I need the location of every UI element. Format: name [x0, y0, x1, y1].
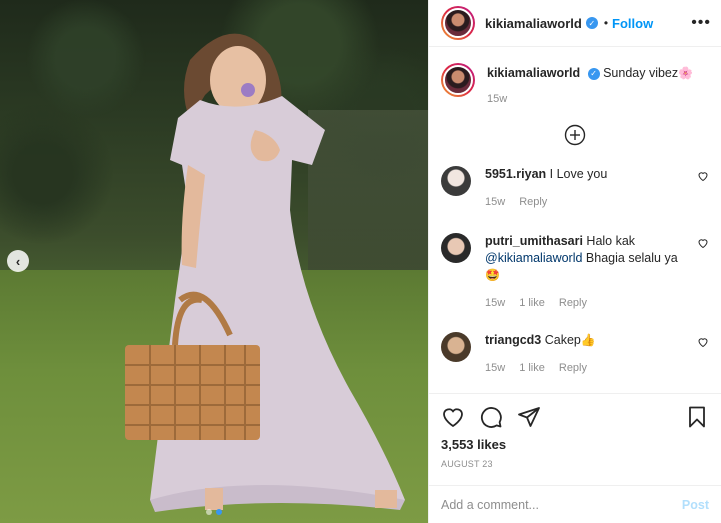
chevron-left-icon: ‹ [15, 253, 21, 269]
comment-item: 5951.riyan I Love you 15w Reply [441, 166, 709, 211]
reply-button[interactable]: Reply [559, 295, 587, 312]
caption-emoji: 🌸 [678, 66, 694, 80]
carousel-indicator [0, 509, 428, 515]
comment-time: 15w [485, 297, 506, 309]
comment-emoji: 👍 [580, 333, 596, 347]
post-panel: kikiamaliaworld ✓ • Follow ••• kikiamali… [428, 0, 721, 523]
heart-icon[interactable] [441, 405, 465, 429]
reply-button[interactable]: Reply [559, 360, 587, 377]
author-username[interactable]: kikiamaliaworld [485, 16, 582, 31]
comment-likes[interactable]: 1 like [519, 295, 545, 312]
caption-time: 15w [487, 93, 508, 105]
comment-icon[interactable] [479, 405, 503, 429]
post-header: kikiamaliaworld ✓ • Follow ••• [429, 0, 721, 47]
likes-count[interactable]: 3,553 likes [441, 437, 709, 452]
comment-mention-link[interactable]: @kikiamaliaworld [485, 251, 582, 265]
woman-figure [125, 33, 405, 512]
share-icon[interactable] [517, 405, 541, 429]
comment-item: triangcd3 Cakep👍 15w 1 like Reply [441, 332, 709, 377]
separator-bullet: • [603, 16, 609, 30]
comment-avatar[interactable] [441, 233, 471, 263]
comment-likes[interactable]: 1 like [519, 360, 545, 377]
comments-list: kikiamaliaworld ✓ Sunday vibez🌸 15w 5951… [429, 47, 721, 393]
comment-username[interactable]: 5951.riyan [485, 167, 546, 181]
more-options-icon[interactable]: ••• [691, 14, 711, 32]
carousel-dot [206, 509, 212, 515]
like-comment-heart-icon[interactable] [697, 170, 709, 182]
post-comment-button[interactable]: Post [682, 498, 709, 512]
caption-text: Sunday vibez [603, 66, 679, 80]
comment-item: putri_umithasari Halo kak @kikiamaliawor… [441, 233, 709, 312]
caption-row: kikiamaliaworld ✓ Sunday vibez🌸 15w [441, 63, 709, 108]
caption-avatar[interactable] [441, 63, 475, 97]
load-more-comments-button[interactable] [441, 124, 709, 146]
caption-username[interactable]: kikiamaliaworld [487, 66, 580, 80]
comment-text: Cakep [544, 333, 581, 347]
comment-emoji: 🤩 [485, 268, 500, 282]
verified-badge-icon: ✓ [587, 67, 600, 80]
comment-text: Halo kak [586, 234, 636, 248]
comment-username[interactable]: putri_umithasari [485, 234, 583, 248]
author-avatar[interactable] [441, 6, 475, 40]
comment-username[interactable]: triangcd3 [485, 333, 541, 347]
load-more-icon [564, 124, 586, 146]
carousel-dot-active [216, 509, 222, 515]
post-actions: 3,553 likes AUGUST 23 [429, 393, 721, 485]
comment-text: I Love you [549, 167, 608, 181]
like-comment-heart-icon[interactable] [697, 237, 709, 249]
comment-text-continued: Bhagia selalu ya [585, 251, 678, 265]
add-comment-input[interactable] [441, 497, 682, 512]
comment-avatar[interactable] [441, 166, 471, 196]
bookmark-icon[interactable] [685, 405, 709, 429]
post-date: AUGUST 23 [441, 459, 493, 469]
follow-button[interactable]: Follow [612, 16, 653, 31]
post-photo[interactable]: ‹ [0, 0, 428, 523]
comment-time: 15w [485, 196, 506, 208]
comment-avatar[interactable] [441, 332, 471, 362]
add-comment-bar: Post [429, 485, 721, 523]
verified-badge-icon: ✓ [585, 17, 598, 29]
like-comment-heart-icon[interactable] [697, 336, 709, 348]
reply-button[interactable]: Reply [519, 194, 547, 211]
comment-time: 15w [485, 362, 506, 374]
prev-slide-button[interactable]: ‹ [7, 250, 29, 272]
